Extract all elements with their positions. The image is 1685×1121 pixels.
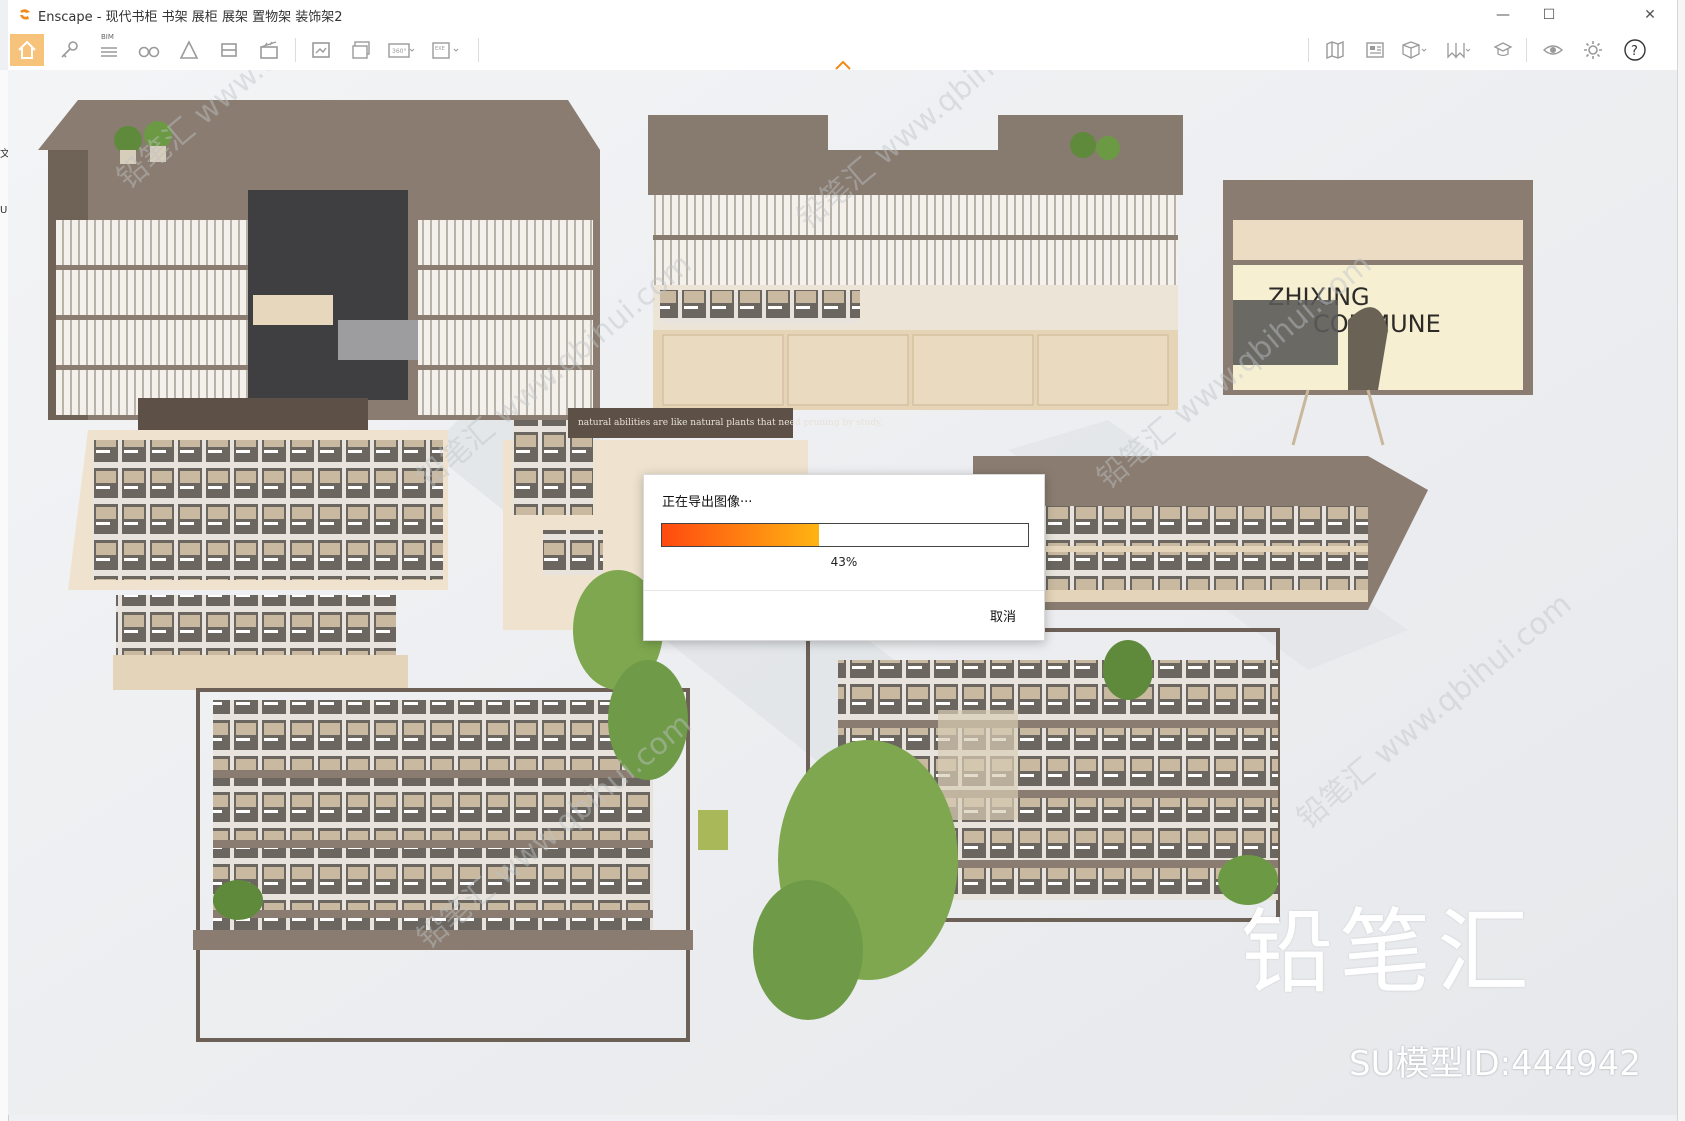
gear-icon xyxy=(1584,41,1602,59)
svg-text:?: ? xyxy=(1631,44,1638,59)
bim-button[interactable]: BIM xyxy=(92,33,126,66)
eye-icon xyxy=(1542,45,1564,55)
window-title: Enscape - 现代书柜 书架 展柜 展架 置物架 装饰架2 xyxy=(38,9,343,25)
key-button[interactable] xyxy=(52,34,86,66)
batch-render-icon xyxy=(352,41,370,59)
video-button[interactable] xyxy=(252,34,286,66)
brand-watermark: 铅笔汇 xyxy=(1240,899,1535,1006)
screenshot-icon xyxy=(312,42,330,58)
cancel-button[interactable]: 取消 xyxy=(990,606,1016,625)
settings-button[interactable] xyxy=(1576,34,1610,66)
minimize-button[interactable]: — xyxy=(1480,0,1526,30)
progress-fill xyxy=(662,524,820,546)
perspective-button[interactable] xyxy=(172,34,206,66)
help-icon: ? xyxy=(1624,39,1646,61)
asset-library-icon xyxy=(1366,42,1384,58)
perspective-icon xyxy=(179,40,199,59)
batch-render-button[interactable] xyxy=(344,34,378,66)
screenshot-button[interactable] xyxy=(304,34,338,66)
board-text: natural abilities are like natural plant… xyxy=(578,418,883,428)
display-table-left xyxy=(68,398,448,690)
panorama-button[interactable]: 360° xyxy=(384,34,418,66)
section-button[interactable] xyxy=(212,34,246,66)
svg-text:EXE: EXE xyxy=(435,46,445,52)
left-edge-glyph: U xyxy=(0,205,8,216)
home-button[interactable] xyxy=(10,34,44,66)
bookmarks-button[interactable] xyxy=(1442,34,1476,66)
binoculars-button[interactable] xyxy=(132,34,166,66)
dialog-divider xyxy=(644,590,1044,591)
binoculars-icon xyxy=(138,46,160,58)
map-icon xyxy=(1326,40,1344,60)
maximize-button[interactable]: ☐ xyxy=(1526,0,1572,30)
export-exe-button[interactable]: EXE xyxy=(428,34,462,66)
asset-library-button[interactable] xyxy=(1358,34,1392,66)
section-icon xyxy=(221,43,237,57)
home-icon xyxy=(18,40,36,59)
help-button[interactable]: ? xyxy=(1618,34,1652,66)
export-exe-icon: EXE xyxy=(432,42,459,59)
cube-icon xyxy=(1402,41,1427,59)
export-progress-dialog: 正在导出图像··· 43% 取消 xyxy=(643,474,1045,641)
cube-button[interactable] xyxy=(1398,34,1432,66)
title-bar: Enscape - 现代书柜 书架 展柜 展架 置物架 装饰架2 xyxy=(8,0,1678,31)
collapse-toolbar-chevron-icon[interactable] xyxy=(834,60,852,70)
panorama-icon: 360° xyxy=(388,43,415,58)
progress-percent: 43% xyxy=(830,555,858,569)
dialog-title: 正在导出图像··· xyxy=(662,495,753,510)
toolbar-separator xyxy=(295,38,296,62)
close-button[interactable]: ✕ xyxy=(1630,0,1670,30)
bim-list-icon xyxy=(101,47,117,57)
toolbar-separator xyxy=(478,38,479,62)
bim-label: BIM xyxy=(101,33,114,41)
enscape-logo-icon xyxy=(20,9,30,20)
svg-text:360°: 360° xyxy=(392,48,406,55)
bookmarks-icon xyxy=(1447,43,1471,59)
settings-cap-icon xyxy=(1493,42,1513,57)
key-icon xyxy=(61,41,78,58)
toolbar-separator xyxy=(1308,38,1309,62)
progress-bar xyxy=(661,523,1029,547)
clapper-icon xyxy=(260,41,278,59)
view-button[interactable] xyxy=(1536,34,1570,66)
bookshelf-center xyxy=(648,115,1183,410)
map-button[interactable] xyxy=(1318,34,1352,66)
toolbar-separator xyxy=(1526,38,1527,62)
visual-settings-button[interactable] xyxy=(1486,34,1520,66)
right-edge-scrollbar xyxy=(1677,0,1685,1121)
model-id-watermark: SU模型ID:444942 xyxy=(1349,1044,1641,1084)
